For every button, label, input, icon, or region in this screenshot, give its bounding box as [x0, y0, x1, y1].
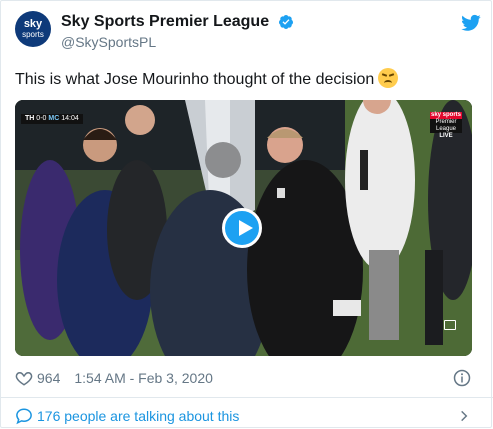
conversation-link[interactable]: 176 people are talking about this — [15, 407, 239, 425]
verified-badge-icon — [278, 15, 293, 29]
expand-icon[interactable] — [444, 320, 456, 330]
chevron-right-icon[interactable] — [457, 408, 471, 424]
watermark-live: LIVE — [439, 133, 453, 139]
score-away-team: MC — [48, 115, 60, 122]
tweet-card: sky sports Sky Sports Premier League @Sk… — [0, 0, 493, 428]
avatar-text-sports: sports — [22, 30, 44, 39]
heart-icon[interactable] — [15, 369, 33, 387]
play-button[interactable] — [222, 208, 262, 248]
score-value: 0-0 — [36, 115, 47, 122]
conversation-label: 176 people are talking about this — [37, 408, 240, 424]
tweet-header: sky sports Sky Sports Premier League @Sk… — [15, 11, 485, 55]
account-handle[interactable]: @SkySportsPL — [61, 34, 156, 50]
video-player[interactable]: TH 0-0 MC 14:04 sky sports Premier Leagu… — [15, 100, 472, 356]
score-home-team: TH — [25, 115, 35, 122]
watermark-brand: sky sports — [430, 112, 462, 119]
match-clock: 14:04 — [61, 115, 79, 122]
tweet-timestamp[interactable]: 1:54 AM - Feb 3, 2020 — [74, 370, 213, 386]
watermark-league: Premier League — [430, 119, 462, 133]
tweet-text: This is what Jose Mourinho thought of th… — [15, 68, 399, 89]
avatar-text-sky: sky — [23, 18, 43, 30]
tweet-meta: 964 1:54 AM - Feb 3, 2020 — [15, 368, 213, 388]
sky-sports-watermark: sky sports Premier League LIVE — [430, 112, 462, 140]
info-icon[interactable] — [453, 369, 471, 387]
twitter-bird-icon[interactable] — [461, 13, 481, 33]
like-count[interactable]: 964 — [37, 370, 60, 386]
score-bug: TH 0-0 MC 14:04 — [21, 114, 83, 124]
avatar[interactable]: sky sports — [15, 11, 51, 47]
tweet-text-content: This is what Jose Mourinho thought of th… — [15, 71, 375, 88]
account-name[interactable]: Sky Sports Premier League — [61, 13, 269, 31]
divider — [1, 397, 493, 398]
steaming-face-emoji-icon — [378, 68, 399, 88]
reply-bubble-icon — [16, 408, 32, 425]
